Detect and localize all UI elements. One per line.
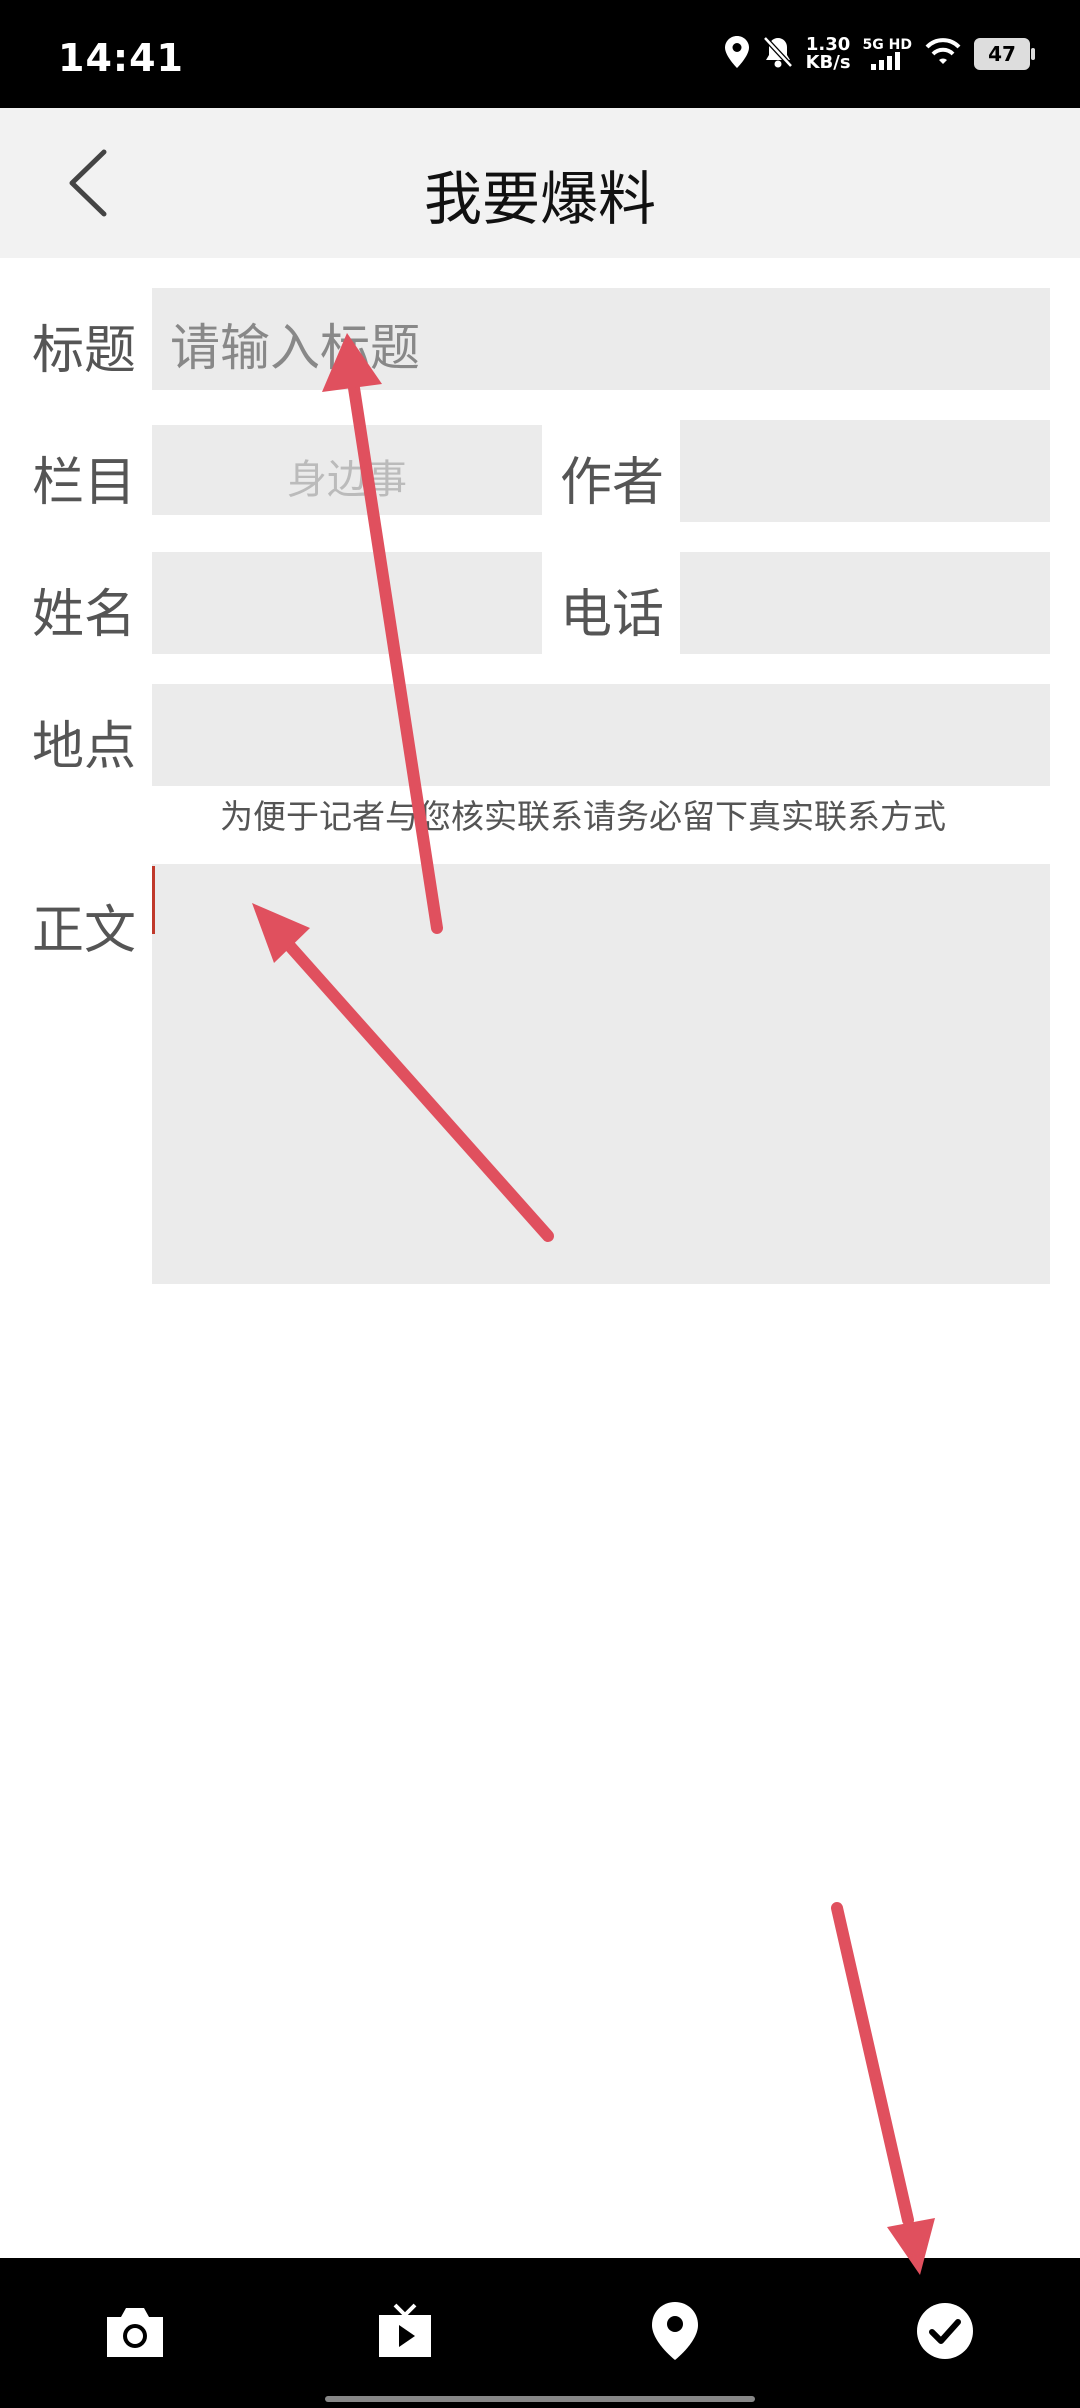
status-bar: 14:41 1.30 KB/s 5G HD 47 (0, 0, 1080, 108)
bell-muted-icon (762, 35, 794, 73)
title-input[interactable]: 请输入标题 (152, 288, 1050, 390)
status-time: 14:41 (58, 36, 184, 80)
home-indicator[interactable] (325, 2396, 755, 2402)
video-icon (379, 2303, 431, 2357)
name-label: 姓名 (32, 585, 137, 645)
battery-icon: 47 (974, 38, 1035, 70)
signal-icon: 5G HD (863, 38, 912, 70)
text-caret (152, 866, 155, 934)
location-button[interactable] (630, 2286, 720, 2376)
camera-icon (107, 2308, 163, 2357)
column-label: 栏目 (32, 453, 137, 513)
net-speed: 1.30 KB/s (805, 34, 851, 73)
header: 我要爆料 (0, 108, 1080, 258)
location-label: 地点 (32, 717, 137, 777)
submit-button[interactable] (900, 2286, 990, 2376)
body-label: 正文 (32, 901, 137, 961)
name-input[interactable] (152, 552, 542, 654)
contact-hint: 为便于记者与您核实联系请务必留下真实联系方式 (220, 797, 946, 836)
title-label: 标题 (32, 321, 137, 381)
wifi-icon (924, 37, 962, 71)
column-value: 身边事 (287, 457, 407, 503)
arrow-to-submit (831, 1902, 935, 2275)
camera-button[interactable] (90, 2286, 180, 2376)
column-select[interactable]: 身边事 (152, 425, 542, 515)
title-placeholder: 请输入标题 (170, 319, 420, 377)
video-button[interactable] (360, 2286, 450, 2376)
phone-input[interactable] (680, 552, 1050, 654)
phone-label: 电话 (560, 585, 665, 645)
location-pin-icon (652, 2302, 698, 2360)
page-title: 我要爆料 (423, 165, 656, 233)
author-label: 作者 (560, 453, 665, 513)
location-icon (724, 35, 750, 73)
location-input[interactable] (152, 684, 1050, 786)
bottom-toolbar (0, 2258, 1080, 2408)
check-icon (917, 2303, 973, 2359)
body-textarea[interactable] (152, 864, 1050, 1284)
author-input[interactable] (680, 420, 1050, 522)
status-icons: 1.30 KB/s 5G HD 47 (724, 34, 1035, 74)
